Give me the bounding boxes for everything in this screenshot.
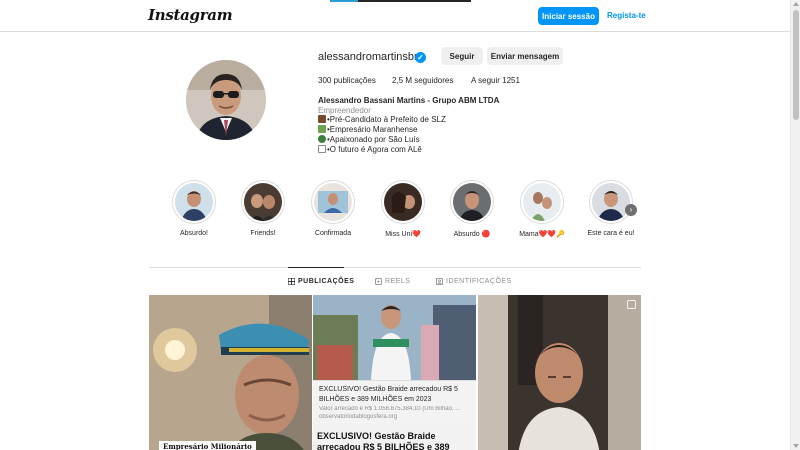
tag-icon (436, 278, 443, 285)
post-thumbnail[interactable] (478, 295, 641, 450)
highlight-label: Mama❤️❤️🔑 (519, 231, 565, 238)
bio-line: •Pré-Candidato à Prefeito de SLZ (318, 115, 446, 124)
highlight-label: Este cara é eu! (587, 230, 635, 237)
verified-badge-icon: ✓ (415, 52, 426, 63)
highlight-item[interactable]: Absurdo! (172, 180, 216, 237)
instagram-logo[interactable]: Instagram (148, 6, 233, 24)
profile-username: alessandromartinsbr (318, 51, 418, 63)
briefcase-emoji-icon (318, 115, 326, 123)
follow-button[interactable]: Seguir (441, 47, 483, 65)
link-preview-card[interactable]: EXCLUSIVO! Gestão Braide arrecadou R$ 5 … (313, 380, 476, 423)
link-domain: observatoriodablogosfera.org (319, 414, 398, 420)
highlight-item[interactable]: Este cara é eu! (587, 180, 635, 237)
post-caption-tag: Empresário Milionário (159, 441, 256, 450)
tabs-divider (149, 267, 641, 268)
tab-posts-label: PUBLICAÇÕES (298, 278, 355, 285)
top-navigation-bar: Instagram Iniciar sessão Regista-te (0, 0, 790, 32)
active-tab-indicator (288, 267, 344, 268)
highlight-thumbnail (592, 183, 630, 221)
send-message-button[interactable]: Enviar mensagem (487, 47, 563, 65)
grid-icon (288, 278, 295, 285)
tab-tagged[interactable]: IDENTIFICAÇÕES (436, 278, 512, 285)
register-link[interactable]: Regista-te (607, 11, 646, 20)
flag-emoji-icon (318, 125, 326, 133)
highlight-label: Miss Uni❤️ (385, 231, 421, 238)
profile-photo (186, 60, 266, 140)
post-image (149, 295, 312, 450)
link-subtitle: Valor arrecado é R$ 1.056.875.384,10 (Um… (319, 406, 461, 412)
scroll-down-icon[interactable] (793, 444, 799, 448)
followers-count[interactable]: 2,5 M seguidores (392, 76, 453, 85)
reels-icon (375, 278, 382, 285)
highlight-thumbnail (244, 183, 282, 221)
login-button[interactable]: Iniciar sessão (538, 7, 599, 25)
highlight-item[interactable]: Miss Uni❤️ (381, 180, 425, 238)
post-image (313, 295, 476, 381)
highlight-thumbnail (175, 183, 213, 221)
profile-category: Empreendedor (318, 106, 371, 115)
highlight-label: Absurdo! (179, 230, 209, 237)
highlight-label: Absurdo 🔴 (453, 231, 491, 238)
highlight-label: Confirmada (314, 230, 352, 237)
scroll-up-icon[interactable] (793, 2, 799, 6)
profile-full-name: Alessandro Bassani Martins - Grupo ABM L… (318, 96, 500, 105)
post-thumbnail[interactable]: EXCLUSIVO! Gestão Braide arrecadou R$ 5 … (313, 295, 476, 450)
bio-line: •Apaixonado por São Luís (318, 135, 420, 144)
tab-reels-label: REELS (385, 278, 411, 285)
highlight-item[interactable]: Mama❤️❤️🔑 (519, 180, 565, 238)
profile-avatar[interactable] (186, 60, 266, 140)
post-image (478, 295, 641, 450)
page-scrollbar[interactable] (790, 0, 800, 450)
carousel-icon (627, 300, 636, 309)
tab-posts[interactable]: PUBLICAÇÕES (288, 278, 354, 285)
highlight-thumbnail (314, 183, 352, 221)
chevron-right-icon[interactable]: › (625, 204, 637, 216)
post-thumbnail[interactable]: Empresário Milionário (149, 295, 312, 450)
instagram-profile-page: Instagram Iniciar sessão Regista-te ales… (0, 0, 800, 450)
empty-box-emoji-icon (318, 145, 326, 153)
posts-count: 300 publicações (318, 76, 376, 85)
highlight-label: Friends! (250, 230, 276, 237)
tab-tagged-label: IDENTIFICAÇÕES (446, 278, 512, 285)
highlight-thumbnail (384, 183, 422, 221)
following-count[interactable]: A seguir 1251 (471, 76, 520, 85)
tab-reels[interactable]: REELS (375, 278, 410, 285)
globe-emoji-icon (318, 135, 326, 143)
highlight-item[interactable]: Friends! (241, 180, 285, 237)
highlight-thumbnail (453, 183, 491, 221)
scrollbar-thumb[interactable] (793, 10, 799, 120)
link-title: EXCLUSIVO! Gestão Braide arrecadou R$ 5 … (319, 386, 458, 403)
bio-line: •Empresário Maranhense (318, 125, 417, 134)
bio-line: •O futuro é Agora com ALê (318, 145, 422, 154)
highlight-thumbnail (523, 183, 561, 221)
highlight-item[interactable]: Confirmada (311, 180, 355, 237)
page-loading-bar (330, 0, 471, 2)
highlight-item[interactable]: Absurdo 🔴 (450, 180, 494, 238)
post-headline: EXCLUSIVO! Gestão Braide arrecadou R$ 5 … (317, 431, 450, 450)
